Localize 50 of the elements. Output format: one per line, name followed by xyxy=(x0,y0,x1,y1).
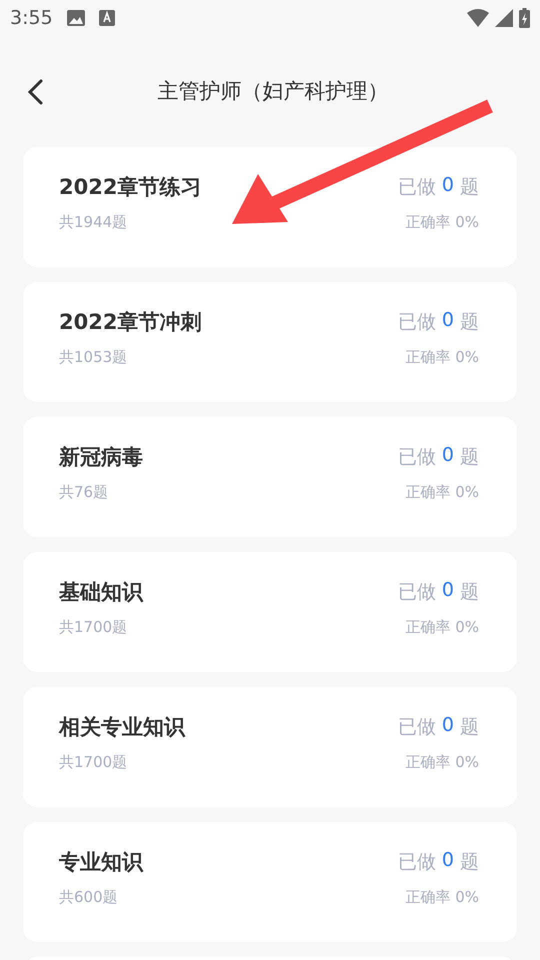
done-count: 0 xyxy=(442,309,454,333)
practice-card[interactable]: 2022章节冲刺 已做 0 题 共1053题 正确率 0% xyxy=(23,282,517,402)
card-title: 基础知识 xyxy=(59,579,143,606)
done-label: 已做 xyxy=(398,445,436,470)
accuracy-rate: 正确率 0% xyxy=(405,348,479,367)
done-label: 已做 xyxy=(398,580,436,605)
done-unit: 题 xyxy=(460,310,479,335)
done-count: 0 xyxy=(442,849,454,873)
keyboard-icon xyxy=(98,10,115,26)
accuracy-rate: 正确率 0% xyxy=(405,618,479,637)
done-count: 0 xyxy=(442,714,454,738)
back-icon[interactable] xyxy=(26,78,44,106)
accuracy-rate: 正确率 0% xyxy=(405,483,479,502)
accuracy-rate: 正确率 0% xyxy=(405,753,479,772)
done-unit: 题 xyxy=(460,715,479,740)
practice-card[interactable]: 专业知识 已做 0 题 共600题 正确率 0% xyxy=(23,822,517,942)
accuracy-rate: 正确率 0% xyxy=(405,213,479,232)
question-total: 共1700题 xyxy=(59,618,128,637)
practice-card[interactable]: 基础知识 已做 0 题 共1700题 正确率 0% xyxy=(23,552,517,672)
done-count: 0 xyxy=(442,174,454,198)
question-total: 共1944题 xyxy=(59,213,128,232)
practice-card[interactable]: 相关专业知识 已做 0 题 共1700题 正确率 0% xyxy=(23,687,517,807)
question-total: 共1700题 xyxy=(59,753,128,772)
accuracy-rate: 正确率 0% xyxy=(405,888,479,907)
practice-card[interactable]: 2022章节练习 已做 0 题 共1944题 正确率 0% xyxy=(23,147,517,267)
page-title: 主管护师（妇产科护理） xyxy=(158,78,388,105)
done-label: 已做 xyxy=(398,715,436,740)
battery-icon xyxy=(519,8,530,28)
card-title: 专业知识 xyxy=(59,849,143,876)
done-unit: 题 xyxy=(460,850,479,875)
practice-card[interactable]: 新冠病毒 已做 0 题 共76题 正确率 0% xyxy=(23,417,517,537)
done-label: 已做 xyxy=(398,850,436,875)
done-count: 0 xyxy=(442,444,454,468)
done-unit: 题 xyxy=(460,580,479,605)
card-title: 2022章节冲刺 xyxy=(59,309,202,336)
status-time: 3:55 xyxy=(10,7,53,29)
done-count: 0 xyxy=(442,579,454,603)
card-title: 相关专业知识 xyxy=(59,714,185,741)
card-title: 新冠病毒 xyxy=(59,444,143,471)
question-total: 共1053题 xyxy=(59,348,128,367)
image-icon xyxy=(66,10,85,26)
done-label: 已做 xyxy=(398,310,436,335)
wifi-icon xyxy=(467,9,489,27)
done-unit: 题 xyxy=(460,445,479,470)
question-total: 共600题 xyxy=(59,888,118,907)
done-unit: 题 xyxy=(460,175,479,200)
done-label: 已做 xyxy=(398,175,436,200)
card-title: 2022章节练习 xyxy=(59,174,202,201)
signal-icon xyxy=(495,9,513,27)
question-total: 共76题 xyxy=(59,483,108,502)
